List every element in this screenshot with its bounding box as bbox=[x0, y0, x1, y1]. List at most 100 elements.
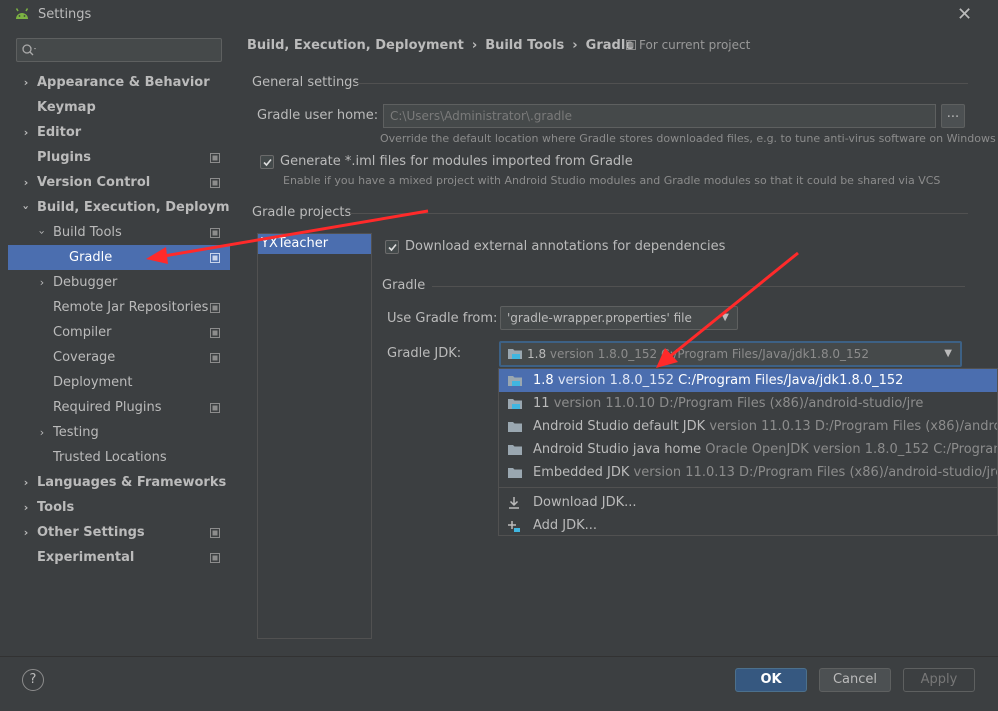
dialog-footer: ? OK Cancel Apply bbox=[0, 656, 998, 711]
chevron-down-icon: ▼ bbox=[944, 348, 952, 359]
sidebar-item-tools[interactable]: › Tools bbox=[8, 495, 230, 520]
sidebar-item-version-control[interactable]: › Version Control bbox=[8, 170, 230, 195]
sidebar-item-build-execution-deployment[interactable]: › Build, Execution, Deployment bbox=[8, 195, 254, 220]
breadcrumb-separator: › bbox=[471, 38, 478, 53]
sidebar-item-label: Coverage bbox=[53, 350, 116, 365]
project-scope-icon bbox=[210, 153, 220, 163]
chevron-right-icon[interactable]: › bbox=[36, 270, 48, 295]
checkmark-icon bbox=[263, 158, 272, 167]
sidebar-item-debugger[interactable]: › Debugger bbox=[8, 270, 230, 295]
sidebar-item-build-tools[interactable]: › Build Tools bbox=[8, 220, 230, 245]
gradle-user-home-field[interactable]: C:\Users\Administrator\.gradle bbox=[383, 104, 936, 128]
window-title: Settings bbox=[38, 7, 92, 22]
jdk-option[interactable]: Embedded JDK version 11.0.13 D:/Program … bbox=[499, 461, 997, 484]
chevron-right-icon[interactable]: › bbox=[20, 470, 32, 495]
sidebar-item-label: Editor bbox=[37, 125, 82, 140]
chevron-right-icon[interactable]: › bbox=[20, 170, 32, 195]
generate-iml-checkbox[interactable] bbox=[260, 155, 274, 169]
download-jdk-action[interactable]: Download JDK... bbox=[499, 491, 997, 514]
jdk-option-name: 11 bbox=[533, 396, 550, 411]
apply-button[interactable]: Apply bbox=[903, 668, 975, 692]
download-jdk-label: Download JDK... bbox=[533, 495, 637, 510]
chevron-right-icon[interactable]: › bbox=[36, 420, 48, 445]
generate-iml-hint: Enable if you have a mixed project with … bbox=[283, 174, 941, 187]
chevron-down-icon[interactable]: › bbox=[14, 202, 39, 214]
chevron-right-icon[interactable]: › bbox=[20, 70, 32, 95]
jdk-option-detail: version 11.0.13 D:/Program Files (x86)/a… bbox=[709, 419, 998, 434]
ok-button[interactable]: OK bbox=[735, 668, 807, 692]
folder-icon bbox=[508, 468, 522, 478]
sidebar-item-languages-frameworks[interactable]: › Languages & Frameworks bbox=[8, 470, 230, 495]
section-divider bbox=[432, 286, 965, 287]
project-scope-icon bbox=[210, 303, 220, 313]
jdk-option[interactable]: Android Studio default JDK version 11.0.… bbox=[499, 415, 997, 438]
gradle-user-home-hint: Override the default location where Grad… bbox=[380, 132, 996, 145]
download-annotations-label: Download external annotations for depend… bbox=[405, 239, 726, 254]
folder-icon bbox=[508, 422, 522, 432]
gradle-projects-list[interactable]: YXTeacher bbox=[257, 233, 372, 639]
android-studio-icon bbox=[15, 8, 29, 19]
sidebar-item-coverage[interactable]: Coverage bbox=[8, 345, 230, 370]
sidebar-item-keymap[interactable]: Keymap bbox=[8, 95, 230, 120]
list-item[interactable]: YXTeacher bbox=[258, 234, 371, 254]
scope-indicator: For current project bbox=[626, 38, 750, 52]
generate-iml-label: Generate *.iml files for modules importe… bbox=[280, 154, 633, 169]
breadcrumb-item[interactable]: Build, Execution, Deployment bbox=[247, 38, 464, 53]
sidebar-item-required-plugins[interactable]: Required Plugins bbox=[8, 395, 230, 420]
sidebar-item-editor[interactable]: › Editor bbox=[8, 120, 230, 145]
project-scope-icon bbox=[626, 40, 636, 50]
section-divider bbox=[355, 83, 968, 84]
add-icon bbox=[508, 521, 520, 532]
project-scope-icon bbox=[210, 228, 220, 238]
chevron-down-icon[interactable]: › bbox=[30, 227, 55, 239]
dropdown-divider bbox=[499, 487, 997, 488]
project-scope-icon bbox=[210, 403, 220, 413]
sidebar-item-testing[interactable]: › Testing bbox=[8, 420, 230, 445]
jdk-option-detail: version 11.0.13 D:/Program Files (x86)/a… bbox=[633, 465, 998, 480]
jdk-option-name: Embedded JDK bbox=[533, 465, 630, 480]
sidebar-item-gradle[interactable]: Gradle bbox=[8, 245, 230, 270]
chevron-right-icon[interactable]: › bbox=[20, 520, 32, 545]
chevron-right-icon[interactable]: › bbox=[20, 120, 32, 145]
sidebar-item-trusted-locations[interactable]: Trusted Locations bbox=[8, 445, 230, 470]
project-scope-icon bbox=[210, 328, 220, 338]
project-scope-icon bbox=[210, 553, 220, 563]
sidebar-item-experimental[interactable]: Experimental bbox=[8, 545, 230, 570]
gradle-jdk-label: Gradle JDK: bbox=[387, 346, 462, 361]
download-annotations-checkbox[interactable] bbox=[385, 240, 399, 254]
sidebar-item-label: Tools bbox=[37, 500, 75, 515]
search-input[interactable] bbox=[16, 38, 222, 62]
download-icon bbox=[509, 497, 519, 509]
sidebar-item-appearance-behavior[interactable]: › Appearance & Behavior bbox=[8, 70, 230, 95]
folder-icon bbox=[508, 399, 522, 409]
project-scope-icon bbox=[210, 253, 220, 263]
sidebar-item-label: Version Control bbox=[37, 175, 151, 190]
sidebar-item-label: Languages & Frameworks bbox=[37, 475, 227, 490]
gradle-user-home-label: Gradle user home: bbox=[257, 108, 379, 123]
help-button[interactable]: ? bbox=[22, 669, 44, 691]
jdk-option[interactable]: Android Studio java home Oracle OpenJDK … bbox=[499, 438, 997, 461]
jdk-option-detail: Oracle OpenJDK version 1.8.0_152 C:/Prog… bbox=[705, 442, 997, 457]
jdk-option-detail: version 1.8.0_152 bbox=[557, 373, 674, 388]
sidebar-item-label: Experimental bbox=[37, 550, 135, 565]
add-jdk-action[interactable]: Add JDK... bbox=[499, 514, 997, 535]
close-icon[interactable]: ✕ bbox=[957, 4, 975, 25]
sidebar-item-label: Other Settings bbox=[37, 525, 145, 540]
project-scope-icon bbox=[210, 528, 220, 538]
sidebar-item-remote-jar-repositories[interactable]: Remote Jar Repositories bbox=[8, 295, 230, 320]
browse-button[interactable]: ... bbox=[941, 104, 965, 128]
sidebar-item-other-settings[interactable]: › Other Settings bbox=[8, 520, 230, 545]
breadcrumb-item[interactable]: Build Tools bbox=[485, 38, 564, 53]
jdk-option[interactable]: 1.8 version 1.8.0_152 C:/Program Files/J… bbox=[499, 369, 997, 392]
use-gradle-from-select[interactable]: 'gradle-wrapper.properties' file ▼ bbox=[500, 306, 738, 330]
gradle-jdk-select[interactable]: 1.8 version 1.8.0_152 C:/Program Files/J… bbox=[499, 341, 962, 367]
chevron-right-icon[interactable]: › bbox=[20, 495, 32, 520]
jdk-option[interactable]: 11 version 11.0.10 D:/Program Files (x86… bbox=[499, 392, 997, 415]
breadcrumb: Build, Execution, Deployment › Build Tools… bbox=[247, 38, 634, 53]
sidebar-item-deployment[interactable]: Deployment bbox=[8, 370, 230, 395]
sidebar-item-label: Remote Jar Repositories bbox=[53, 300, 209, 315]
gradle-jdk-dropdown[interactable]: 1.8 version 1.8.0_152 C:/Program Files/J… bbox=[498, 368, 998, 536]
cancel-button[interactable]: Cancel bbox=[819, 668, 891, 692]
sidebar-item-plugins[interactable]: Plugins bbox=[8, 145, 230, 170]
sidebar-item-compiler[interactable]: Compiler bbox=[8, 320, 230, 345]
